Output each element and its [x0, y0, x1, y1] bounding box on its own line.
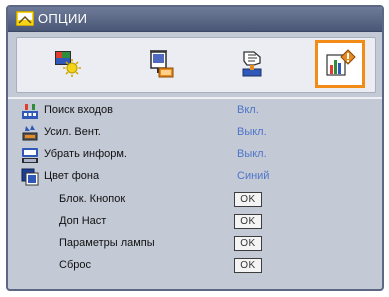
info-hide-value: Выкл. [237, 148, 267, 160]
menu-title-bar: ОПЦИИ [8, 7, 382, 32]
options-menu-window: ОПЦИИ Поиск входов Вкл. Усил. Вент. Выкл… [6, 5, 384, 291]
info-hide-icon [22, 148, 38, 163]
menu-title: ОПЦИИ [38, 11, 88, 26]
background-color-row[interactable]: Цвет фона Синий [8, 167, 382, 187]
keypad-lock-ok-button[interactable]: OK [234, 192, 262, 207]
menu-divider [8, 97, 382, 99]
keypad-lock-row[interactable]: Блок. Кнопок OK [8, 190, 382, 210]
high-altitude-row[interactable]: Усил. Вент. Выкл. [8, 123, 382, 143]
lamp-settings-label: Параметры лампы [59, 237, 155, 249]
lamp-settings-ok-button[interactable]: OK [234, 236, 262, 251]
advanced-row[interactable]: Доп Наст OK [8, 212, 382, 232]
image-settings-tab[interactable] [43, 40, 93, 88]
advanced-ok-button[interactable]: OK [234, 214, 262, 229]
fan-boost-icon [22, 125, 38, 141]
info-hide-label: Убрать информ. [44, 148, 127, 160]
lamp-settings-row[interactable]: Параметры лампы OK [8, 234, 382, 254]
menu-tab-bar [16, 37, 376, 93]
reset-label: Сброс [59, 259, 91, 271]
high-altitude-value: Выкл. [237, 126, 267, 138]
high-altitude-label: Усил. Вент. [44, 126, 101, 138]
source-search-icon [22, 104, 38, 119]
background-color-icon [21, 168, 39, 186]
reset-ok-button[interactable]: OK [234, 258, 262, 273]
image-brightness-icon [55, 51, 81, 77]
options-bar-chart-icon [326, 49, 356, 76]
source-lock-label: Поиск входов [44, 104, 114, 116]
options-tab[interactable] [315, 40, 365, 88]
reset-row[interactable]: Сброс OK [8, 256, 382, 276]
source-lock-row[interactable]: Поиск входов Вкл. [8, 101, 382, 121]
background-color-value: Синий [237, 170, 270, 182]
screen-display-icon [150, 50, 174, 78]
setup-tab[interactable] [227, 40, 277, 88]
setup-hand-icon [242, 51, 262, 77]
menu-title-icon [16, 11, 34, 26]
display-settings-tab[interactable] [136, 40, 186, 88]
advanced-label: Доп Наст [59, 215, 107, 227]
source-lock-value: Вкл. [237, 104, 259, 116]
info-hide-row[interactable]: Убрать информ. Выкл. [8, 145, 382, 165]
background-color-label: Цвет фона [44, 170, 100, 182]
keypad-lock-label: Блок. Кнопок [59, 193, 126, 205]
